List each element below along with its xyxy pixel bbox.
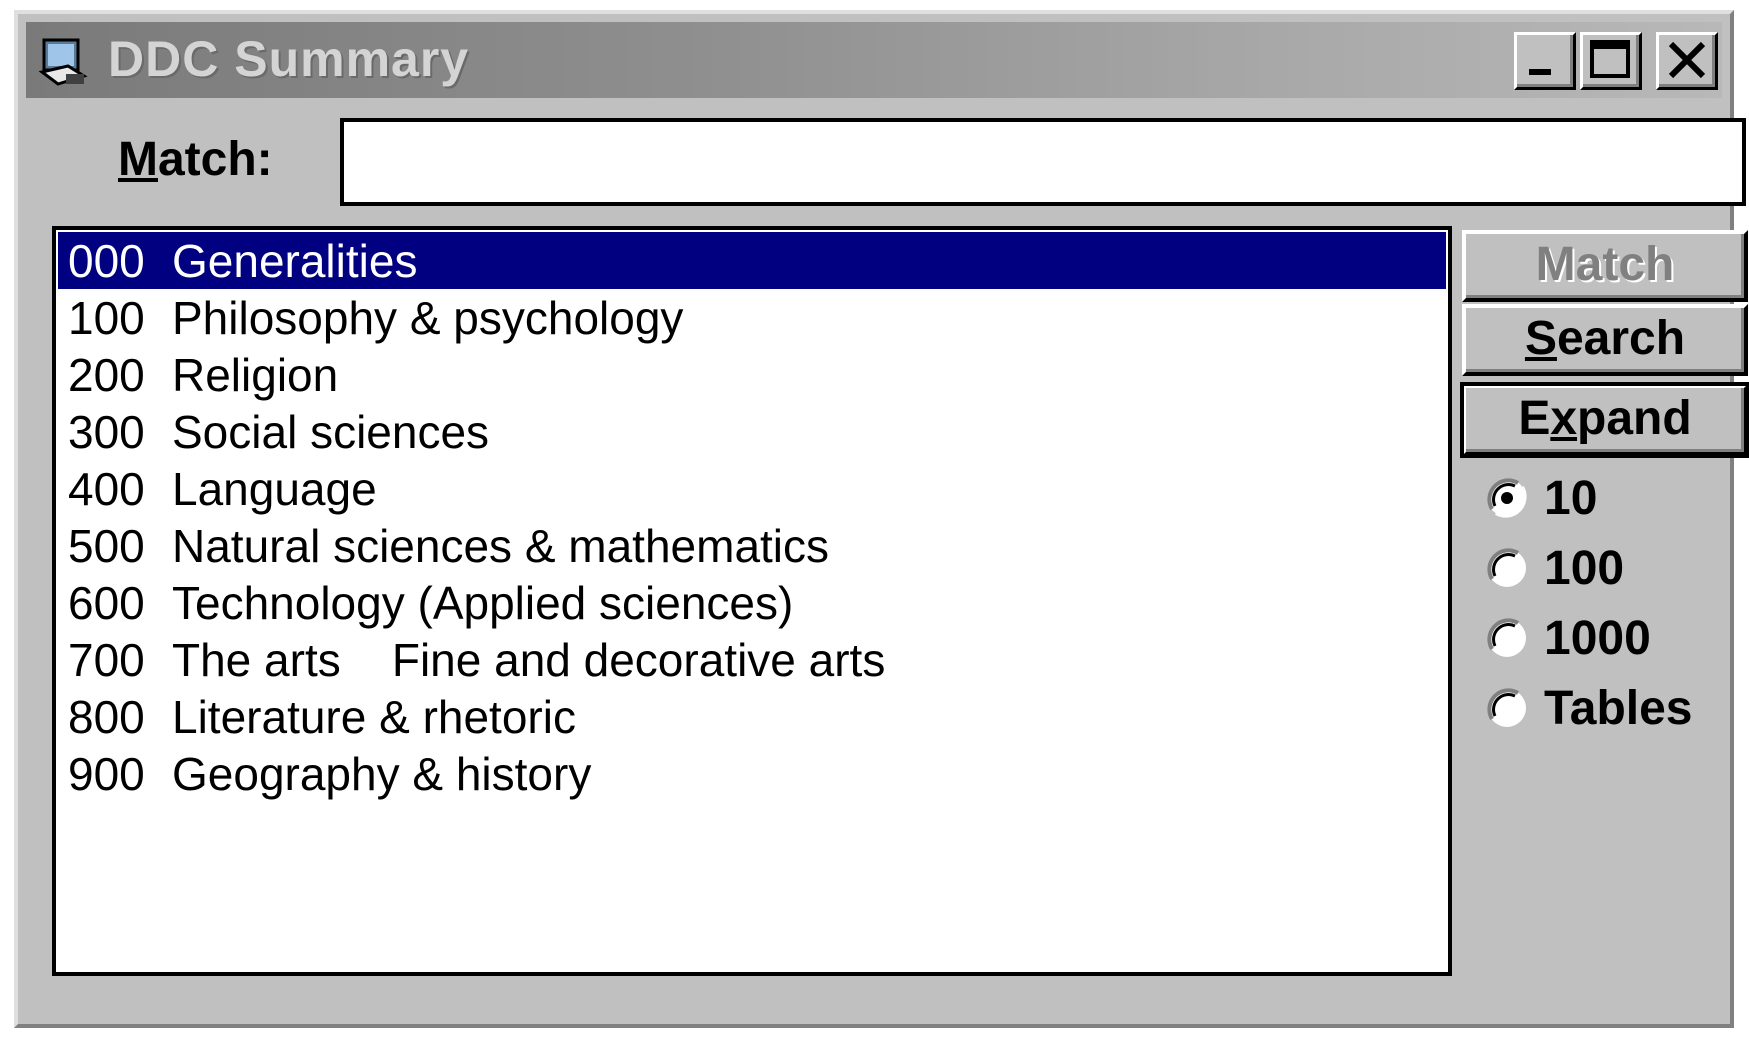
- list-item-code: 500: [68, 519, 145, 572]
- list-item-600[interactable]: 600 Technology (Applied sciences): [58, 574, 1446, 631]
- list-item-100[interactable]: 100 Philosophy & psychology: [58, 289, 1446, 346]
- list-item-400[interactable]: 400 Language: [58, 460, 1446, 517]
- expand-mnemonic: x: [1550, 392, 1578, 445]
- window-title: DDC Summary: [108, 31, 470, 87]
- ddc-class-list[interactable]: 000 Generalities 100 Philosophy & psycho…: [52, 226, 1452, 976]
- radio-100[interactable]: 100: [1484, 540, 1624, 596]
- expand-button-first: E: [1518, 392, 1551, 445]
- list-item-code: 400: [68, 462, 145, 515]
- list-item-label: Social sciences: [172, 405, 490, 458]
- ddc-summary-window: DDC Summary Match: 000 Generalities 100: [14, 10, 1749, 1028]
- radio-1000[interactable]: 1000: [1484, 610, 1651, 666]
- list-item-300[interactable]: 300 Social sciences: [58, 403, 1446, 460]
- search-button-text: earch: [1556, 312, 1686, 365]
- list-item-label: The arts Fine and decorative arts: [172, 633, 886, 686]
- list-item-label: Literature & rhetoric: [172, 690, 576, 743]
- list-item-label: Religion: [172, 348, 339, 401]
- close-icon: [1668, 41, 1706, 79]
- list-item-code: 600: [68, 576, 145, 629]
- radio-100-label: 100: [1544, 541, 1625, 595]
- list-item-label: Philosophy & psychology: [172, 291, 684, 344]
- list-item-code: 700: [68, 633, 145, 686]
- list-item-900[interactable]: 900 Geography & history: [58, 745, 1446, 802]
- radio-10[interactable]: 10: [1484, 470, 1597, 526]
- search-mnemonic: S: [1524, 312, 1557, 365]
- list-item-700[interactable]: 700 The arts Fine and decorative arts: [58, 631, 1446, 688]
- radio-unselected-icon: [1487, 548, 1526, 587]
- radio-tables-label: Tables: [1544, 681, 1693, 735]
- expand-button-text: pand: [1577, 392, 1692, 445]
- expand-button[interactable]: Expand: [1460, 382, 1749, 458]
- list-item-label: Natural sciences & mathematics: [172, 519, 830, 572]
- list-item-000[interactable]: 000 Generalities: [58, 232, 1446, 289]
- match-label: Match:: [118, 132, 273, 187]
- match-input[interactable]: [340, 118, 1746, 206]
- radio-tables[interactable]: Tables: [1484, 680, 1693, 736]
- title-bar[interactable]: DDC Summary: [26, 22, 1722, 98]
- list-item-label: Generalities: [172, 234, 418, 287]
- list-item-code: 900: [68, 747, 145, 800]
- search-button[interactable]: Search: [1462, 304, 1748, 376]
- radio-1000-label: 1000: [1544, 611, 1651, 665]
- list-item-code: 000: [68, 234, 145, 287]
- list-item-code: 300: [68, 405, 145, 458]
- radio-selected-icon: [1487, 478, 1527, 518]
- list-item-200[interactable]: 200 Religion: [58, 346, 1446, 403]
- list-item-label: Language: [172, 462, 377, 515]
- list-item-code: 100: [68, 291, 145, 344]
- match-label-mnemonic: M: [118, 133, 158, 186]
- close-button[interactable]: [1656, 32, 1718, 90]
- maximize-icon: [1590, 40, 1630, 78]
- list-item-label: Geography & history: [172, 747, 592, 800]
- match-button[interactable]: Match: [1462, 230, 1748, 302]
- radio-unselected-icon: [1487, 688, 1526, 727]
- list-item-800[interactable]: 800 Literature & rhetoric: [58, 688, 1446, 745]
- maximize-button[interactable]: [1580, 32, 1642, 90]
- match-label-text: atch:: [157, 133, 273, 186]
- list-item-500[interactable]: 500 Natural sciences & mathematics: [58, 517, 1446, 574]
- minimize-icon: [1529, 69, 1551, 75]
- radio-10-label: 10: [1544, 471, 1598, 525]
- minimize-button[interactable]: [1514, 32, 1576, 90]
- list-item-label: Technology (Applied sciences): [172, 576, 794, 629]
- ddc-app-icon: [38, 38, 88, 86]
- radio-unselected-icon: [1487, 618, 1526, 657]
- list-item-code: 800: [68, 690, 145, 743]
- list-item-code: 200: [68, 348, 145, 401]
